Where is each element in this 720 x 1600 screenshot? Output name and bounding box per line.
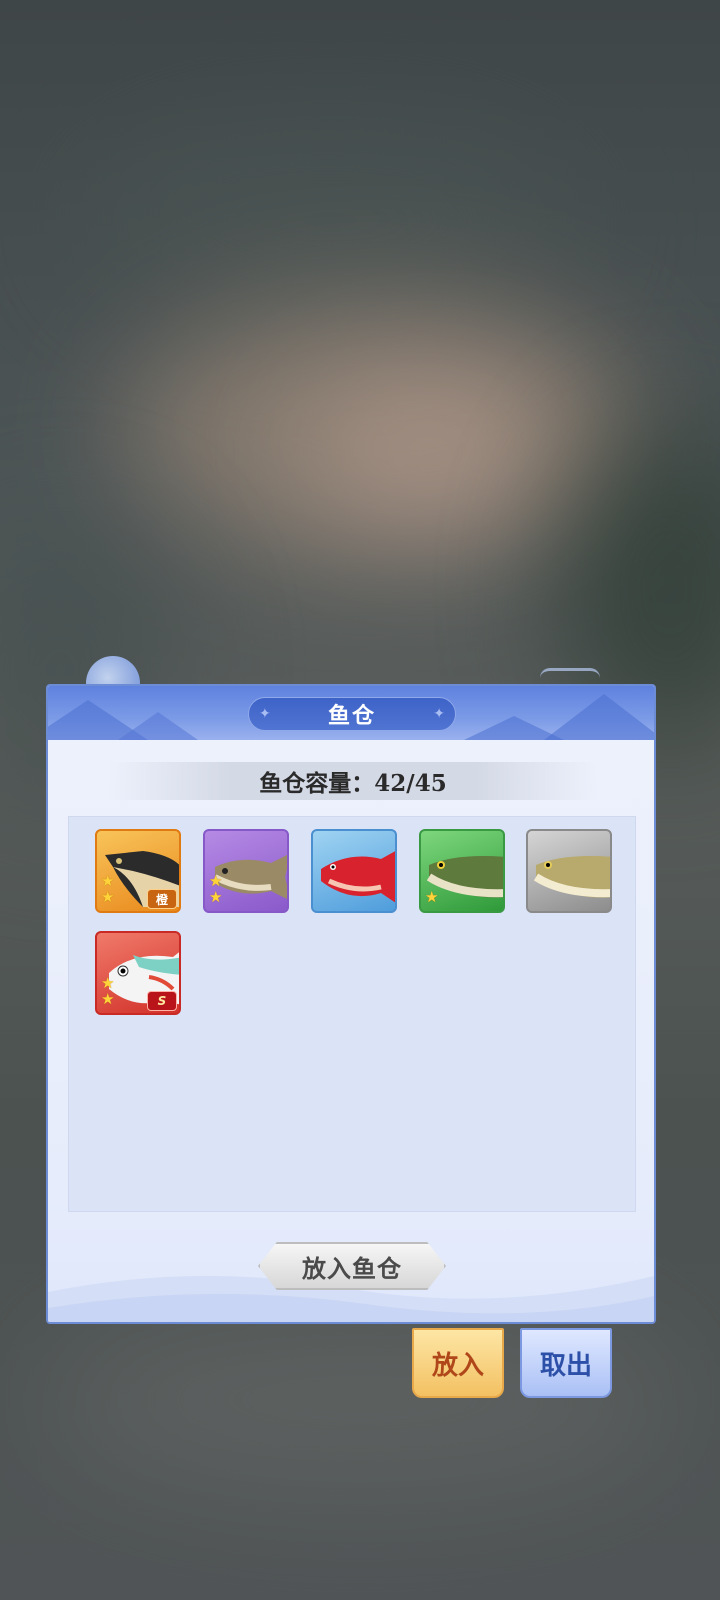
arowana-green-icon — [427, 856, 503, 898]
fish-slot-arowana-green[interactable]: ★ — [419, 829, 505, 913]
take-out-label: 取出 — [539, 1350, 592, 1381]
fish-slot-black-fish[interactable]: ★ ★ 橙 — [95, 829, 181, 913]
star-icon: ★ — [209, 872, 223, 890]
fish-slot-red-snapper[interactable] — [311, 829, 397, 913]
deposit-to-storage-button[interactable]: 放入鱼仓 — [258, 1242, 446, 1290]
sparkle-icon: ✦ — [259, 706, 271, 722]
sparkle-icon: ✦ — [433, 706, 445, 722]
star-icon: ★ — [101, 990, 115, 1008]
star-icon: ★ — [425, 888, 439, 906]
fish-slot-arowana-gray[interactable] — [526, 829, 612, 913]
star-icon: ★ — [101, 872, 115, 890]
dialog-header: ✦ 鱼仓 ✦ — [48, 686, 654, 740]
dialog-title: 鱼仓 — [327, 703, 376, 729]
fish-slot-carp[interactable]: ★ ★ — [203, 829, 289, 913]
capacity-banner: 鱼仓容量：42/45 — [108, 762, 598, 800]
star-rating: ★ ★ — [209, 874, 222, 905]
carp-icon — [213, 855, 287, 899]
star-icon: ★ — [101, 974, 115, 992]
red-snapper-icon — [321, 851, 395, 903]
rarity-badge: S — [147, 991, 177, 1011]
capacity-text: 鱼仓容量：42/45 — [259, 770, 447, 797]
star-rating: ★ — [425, 890, 438, 905]
fish-grid: ★ ★ 橙 ★ ★ ★ ★ ★ S — [68, 816, 636, 1212]
take-out-button[interactable]: 取出 — [520, 1328, 612, 1398]
title-plaque: ✦ 鱼仓 ✦ — [248, 697, 456, 731]
star-rating: ★ ★ — [101, 874, 114, 905]
fish-storage-dialog: ✦ 鱼仓 ✦ 鱼仓容量：42/45 ★ ★ 橙 ★ ★ ★ ★ ★ S 放入鱼仓 — [46, 684, 656, 1324]
fish-slot-koi[interactable]: ★ ★ S — [95, 931, 181, 1015]
put-in-button[interactable]: 放入 — [412, 1328, 504, 1398]
deposit-button-label: 放入鱼仓 — [302, 1253, 402, 1283]
star-icon: ★ — [209, 888, 223, 906]
star-icon: ★ — [101, 888, 115, 906]
star-rating: ★ ★ — [101, 976, 114, 1007]
arowana-gray-icon — [534, 856, 610, 898]
put-in-label: 放入 — [431, 1350, 484, 1381]
rarity-badge: 橙 — [147, 889, 177, 909]
